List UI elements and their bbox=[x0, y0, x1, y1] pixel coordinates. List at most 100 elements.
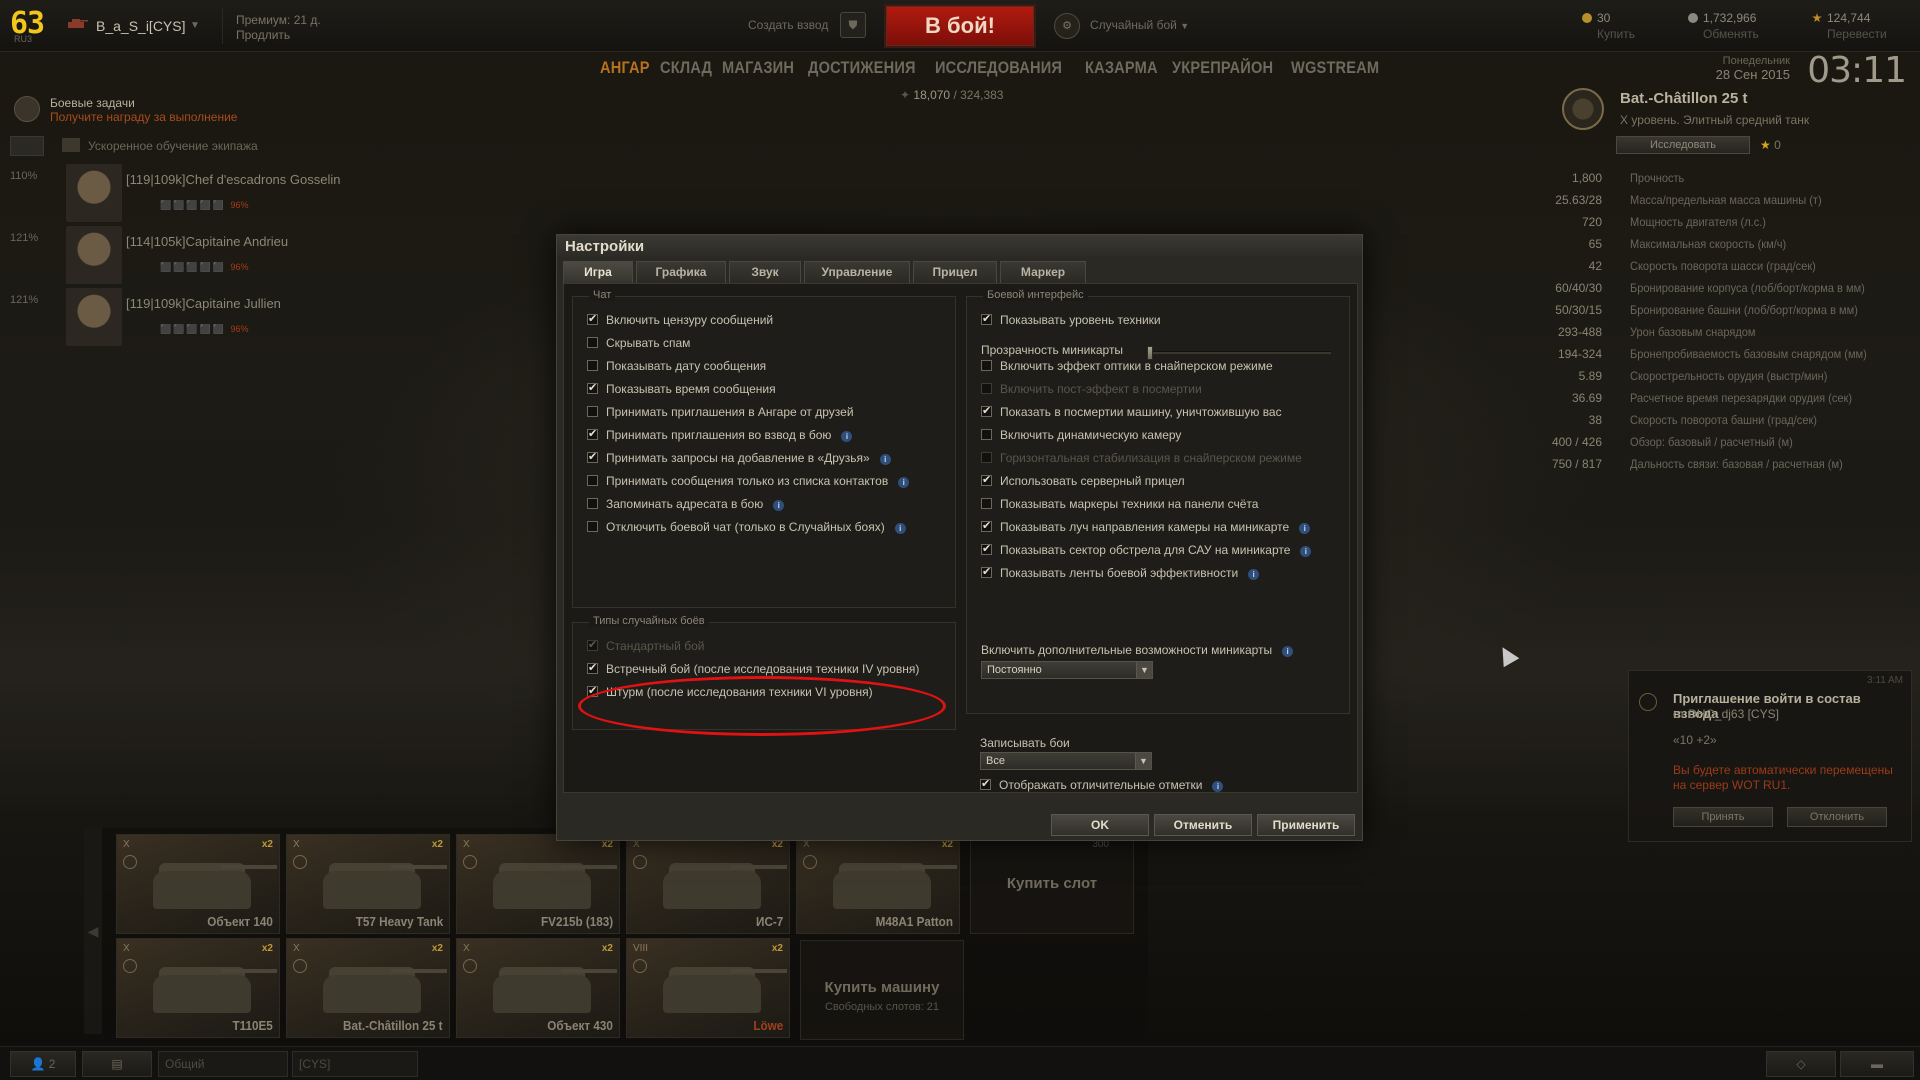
nav-achievements[interactable]: ДОСТИЖЕНИЯ bbox=[808, 58, 916, 78]
marks-checkbox-row[interactable]: Отображать отличительные отметки i bbox=[980, 777, 1224, 796]
checkbox[interactable] bbox=[587, 381, 598, 394]
checkbox-row[interactable]: Использовать серверный прицел bbox=[981, 473, 1185, 492]
checkbox[interactable] bbox=[587, 427, 598, 440]
info-icon[interactable]: i bbox=[773, 500, 785, 511]
checkbox-row[interactable]: Показывать сектор обстрела для САУ на ми… bbox=[981, 542, 1312, 561]
battle-mode-select[interactable]: Случайный бой ▼ bbox=[1090, 18, 1189, 32]
channel-general[interactable]: Общий bbox=[158, 1051, 288, 1077]
checkbox[interactable] bbox=[587, 360, 598, 371]
checkbox-row[interactable]: Скрывать спам bbox=[587, 336, 690, 354]
checkbox-row[interactable]: Принимать сообщения только из списка кон… bbox=[587, 474, 910, 492]
tasks-title[interactable]: Боевые задачи bbox=[50, 96, 135, 110]
buy-gold-link[interactable]: Купить bbox=[1597, 27, 1635, 41]
vehicle-slot[interactable]: Xx2 Bat.-Châtillon 25 t bbox=[286, 938, 450, 1038]
info-icon[interactable]: i bbox=[1300, 546, 1312, 557]
checkbox[interactable] bbox=[981, 404, 992, 417]
premium-info[interactable]: Премиум: 21 д. Продлить bbox=[236, 13, 321, 43]
gold-currency[interactable]: 30 Купить bbox=[1582, 10, 1635, 42]
apply-button[interactable]: Применить bbox=[1257, 814, 1355, 836]
create-platoon-button[interactable]: Создать взвод bbox=[748, 18, 828, 32]
tab-game[interactable]: Игра bbox=[563, 261, 633, 283]
checkbox[interactable] bbox=[981, 473, 992, 486]
checkbox[interactable] bbox=[587, 312, 598, 325]
tab-controls[interactable]: Управление bbox=[804, 261, 910, 283]
checkbox[interactable] bbox=[981, 360, 992, 371]
checkbox-row[interactable]: Принимать приглашения в Ангаре от друзей bbox=[587, 405, 854, 423]
checkbox[interactable] bbox=[587, 521, 598, 532]
vehicle-slot[interactable]: Xx2 Объект 430 bbox=[456, 938, 620, 1038]
crew-toggle[interactable] bbox=[10, 136, 44, 156]
checkbox-row[interactable]: Показывать луч направления камеры на мин… bbox=[981, 519, 1311, 538]
info-icon[interactable]: i bbox=[1282, 646, 1294, 657]
nav-barracks[interactable]: КАЗАРМА bbox=[1085, 58, 1158, 78]
tab-markers[interactable]: Маркер bbox=[1000, 261, 1086, 283]
checkbox-row[interactable]: Принимать приглашения во взвод в бою i bbox=[587, 427, 853, 446]
nav-depot[interactable]: СКЛАД bbox=[660, 58, 712, 78]
tasks-icon[interactable] bbox=[14, 96, 40, 122]
checkbox[interactable] bbox=[981, 498, 992, 509]
info-icon[interactable]: i bbox=[879, 454, 891, 465]
crew-member[interactable]: 121% [119|109k]Capitaine Jullien ⬛⬛⬛⬛⬛ 9… bbox=[10, 288, 350, 346]
cancel-button[interactable]: Отменить bbox=[1154, 814, 1252, 836]
freexp-currency[interactable]: 124,744 Перевести bbox=[1812, 10, 1887, 42]
checkbox-row[interactable]: Запоминать адресата в бою i bbox=[587, 497, 785, 515]
vehicle-slot[interactable]: VIII x2 Löwe bbox=[626, 938, 790, 1038]
vehicle-slot[interactable]: Xx2 FV215b (183) bbox=[456, 834, 620, 934]
crew-member[interactable]: 121% [114|105k]Capitaine Andrieu ⬛⬛⬛⬛⬛ 9… bbox=[10, 226, 350, 284]
checkbox[interactable] bbox=[587, 661, 598, 674]
checkbox[interactable] bbox=[587, 475, 598, 486]
channel-clan[interactable]: [CYS] bbox=[292, 1051, 418, 1077]
battle-mode-icon[interactable]: ⚙ bbox=[1054, 13, 1080, 39]
checkbox-row[interactable]: Показывать маркеры техники на панели счё… bbox=[981, 497, 1258, 515]
checkbox[interactable] bbox=[981, 565, 992, 578]
vehicle-slot[interactable]: Xx2 T110E5 bbox=[116, 938, 280, 1038]
carousel-left-arrow[interactable]: ◀ bbox=[84, 828, 102, 1034]
checkbox[interactable] bbox=[587, 498, 598, 509]
chevron-down-icon[interactable]: ▼ bbox=[190, 20, 200, 31]
premium-extend-link[interactable]: Продлить bbox=[236, 28, 321, 43]
ok-button[interactable]: OK bbox=[1051, 814, 1149, 836]
tab-sound[interactable]: Звук bbox=[729, 261, 801, 283]
nav-wgstream[interactable]: WGSTREAM bbox=[1291, 58, 1379, 78]
info-icon[interactable]: i bbox=[894, 523, 906, 534]
checkbox-row[interactable]: Показать в посмертии машину, уничтожившу… bbox=[981, 404, 1282, 423]
contacts-button[interactable]: ▬ bbox=[1840, 1051, 1914, 1077]
checkbox-row[interactable]: Включить динамическую камеру bbox=[981, 428, 1181, 446]
info-icon[interactable]: i bbox=[1248, 569, 1260, 580]
slider-thumb[interactable] bbox=[1147, 346, 1153, 360]
checkbox[interactable] bbox=[980, 777, 991, 790]
checkbox-row[interactable]: Включить эффект оптики в снайперском реж… bbox=[981, 359, 1273, 377]
nav-research[interactable]: ИССЛЕДОВАНИЯ bbox=[935, 58, 1062, 78]
credits-currency[interactable]: 1,732,966 Обменять bbox=[1688, 10, 1759, 42]
checkbox[interactable] bbox=[587, 450, 598, 463]
platoon-icon[interactable]: ⛊ bbox=[840, 12, 866, 38]
checkbox-row[interactable]: Принимать запросы на добавление в «Друзь… bbox=[587, 450, 891, 469]
chat-button[interactable]: ▤ bbox=[82, 1051, 152, 1077]
checkbox-row[interactable]: Показывать время сообщения bbox=[587, 381, 776, 400]
tab-aim[interactable]: Прицел bbox=[913, 261, 997, 283]
vehicle-slot[interactable]: Xx2 Объект 140 bbox=[116, 834, 280, 934]
decline-invite-button[interactable]: Отклонить bbox=[1787, 807, 1887, 827]
crew-member[interactable]: 110% [119|109k]Chef d'escadrons Gosselin… bbox=[10, 164, 350, 222]
info-icon[interactable]: i bbox=[1299, 523, 1311, 534]
minimap-extra-dropdown[interactable]: Постоянно ▼ bbox=[981, 661, 1153, 679]
checkbox[interactable] bbox=[587, 337, 598, 348]
info-icon[interactable]: i bbox=[898, 477, 910, 488]
record-dropdown[interactable]: Все ▼ bbox=[980, 752, 1152, 770]
vehicle-slot[interactable]: Xx2 T57 Heavy Tank bbox=[286, 834, 450, 934]
checkbox[interactable] bbox=[981, 519, 992, 532]
buy-slot-button[interactable]: 300 Купить слот bbox=[970, 834, 1134, 934]
checkbox[interactable] bbox=[981, 312, 992, 325]
clan-button[interactable]: ◇ bbox=[1766, 1051, 1836, 1077]
checkbox-row[interactable]: Включить цензуру сообщений bbox=[587, 312, 773, 331]
battle-button[interactable]: В бой! bbox=[884, 4, 1036, 48]
convert-link[interactable]: Перевести bbox=[1827, 27, 1887, 41]
info-icon[interactable]: i bbox=[841, 431, 853, 442]
nav-stronghold[interactable]: УКРЕПРАЙОН bbox=[1172, 58, 1273, 78]
checkbox-row[interactable]: Показывать уровень техники bbox=[981, 312, 1161, 331]
checkbox[interactable] bbox=[587, 406, 598, 417]
checkbox[interactable] bbox=[981, 429, 992, 440]
vehicle-slot[interactable]: Xx2 M48A1 Patton bbox=[796, 834, 960, 934]
checkbox-row[interactable]: Отключить боевой чат (только в Случайных… bbox=[587, 520, 906, 538]
accept-invite-button[interactable]: Принять bbox=[1673, 807, 1773, 827]
